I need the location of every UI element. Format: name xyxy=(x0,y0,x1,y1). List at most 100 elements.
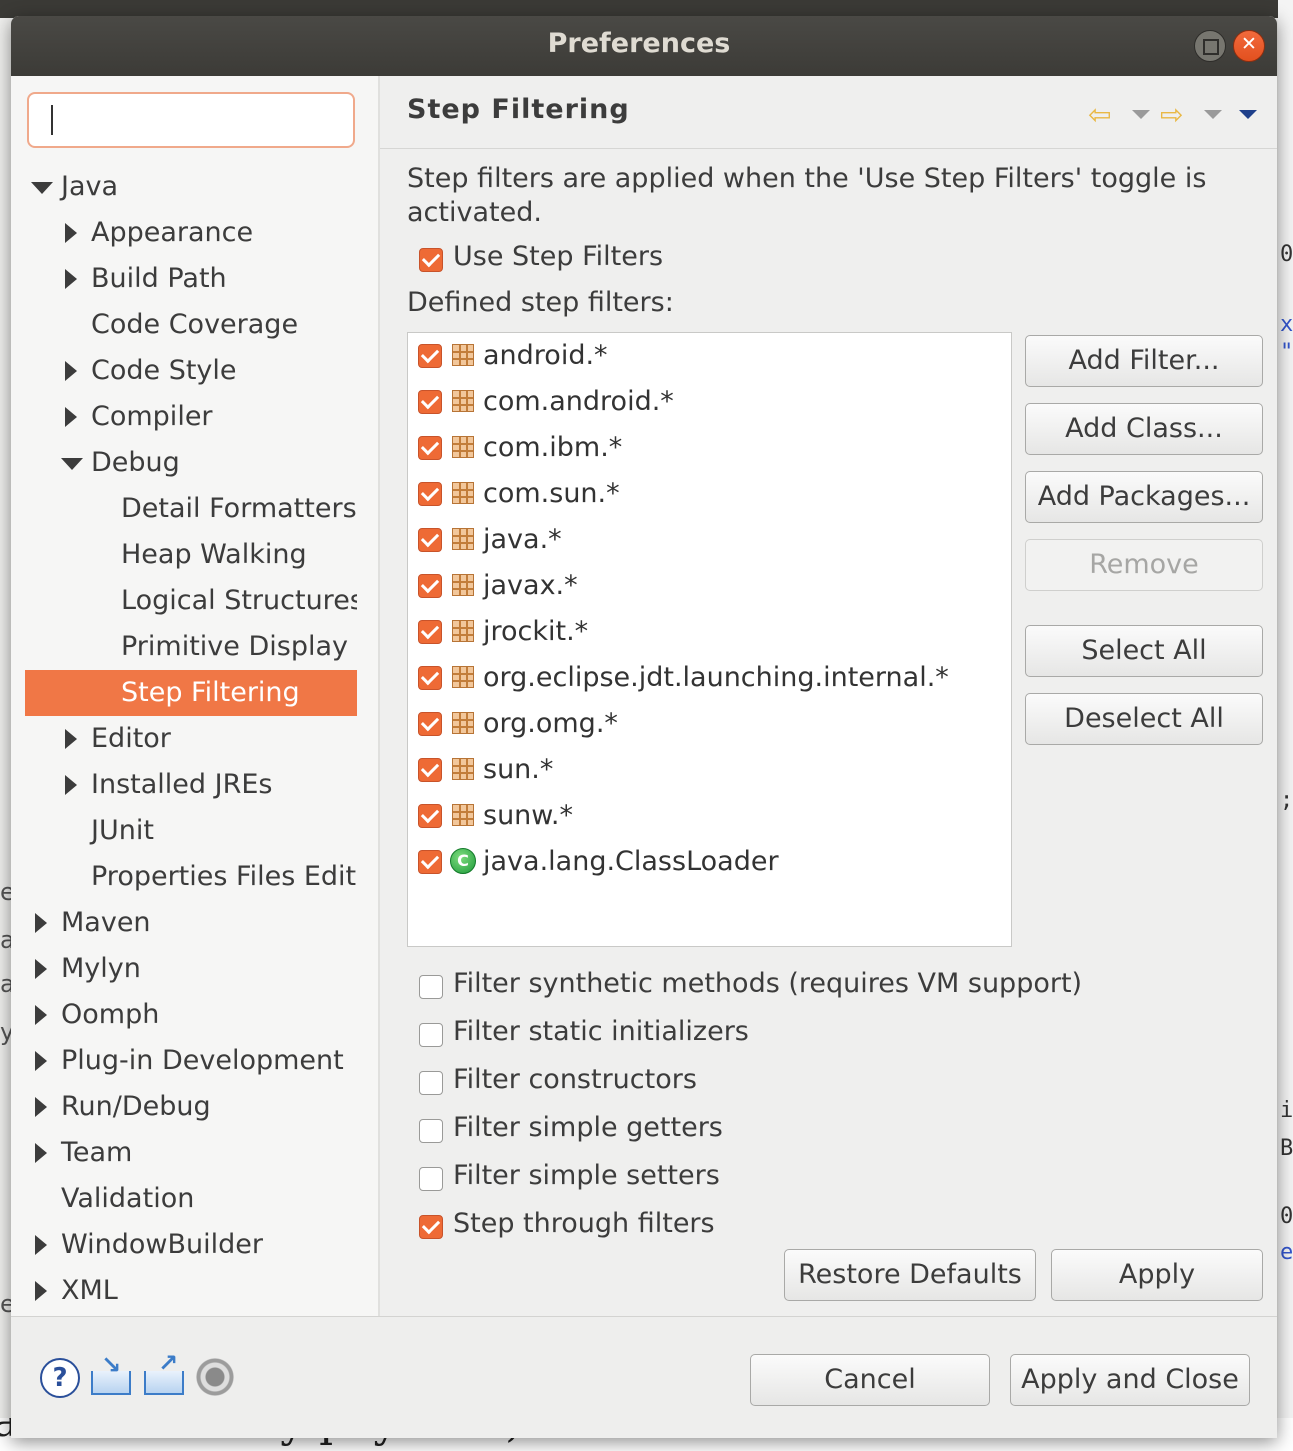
select-all-button[interactable]: Select All xyxy=(1025,625,1263,677)
back-history-dropdown-icon[interactable] xyxy=(1132,110,1150,119)
view-menu-icon[interactable] xyxy=(1239,110,1257,119)
back-arrow-icon[interactable]: ⇦ xyxy=(1088,98,1111,131)
remove-button[interactable]: Remove xyxy=(1025,539,1263,591)
tree-item[interactable]: Debug xyxy=(11,440,357,486)
filter-text-box[interactable] xyxy=(27,92,355,148)
add-packages-button[interactable]: Add Packages... xyxy=(1025,471,1263,523)
filter-list-item[interactable]: Cjava.lang.ClassLoader xyxy=(408,839,1011,885)
expand-arrow-right-icon[interactable] xyxy=(61,210,81,256)
filter-list-item[interactable]: com.android.* xyxy=(408,379,1011,425)
tree-item[interactable]: Code Style xyxy=(11,348,357,394)
tree-item[interactable]: Mylyn xyxy=(11,946,357,992)
option-checkbox[interactable] xyxy=(419,1071,443,1095)
filter-checkbox[interactable] xyxy=(418,712,442,736)
filter-list-item[interactable]: com.sun.* xyxy=(408,471,1011,517)
import-icon[interactable]: ↘ xyxy=(89,1351,133,1395)
close-button[interactable] xyxy=(1233,30,1265,62)
bg-fragment: " xyxy=(1280,340,1293,365)
filter-list-item[interactable]: com.ibm.* xyxy=(408,425,1011,471)
apply-button[interactable]: Apply xyxy=(1051,1249,1263,1301)
filter-list-item[interactable]: javax.* xyxy=(408,563,1011,609)
option-checkbox[interactable] xyxy=(419,1215,443,1239)
tree-item[interactable]: Detail Formatters xyxy=(11,486,357,532)
filter-checkbox[interactable] xyxy=(418,528,442,552)
step-filter-list[interactable]: android.* com.android.* com.ibm.* com.sun.*… xyxy=(407,332,1012,947)
tree-item[interactable]: Primitive Display Options xyxy=(11,624,357,670)
tree-item[interactable]: Plug-in Development xyxy=(11,1038,357,1084)
deselect-all-button[interactable]: Deselect All xyxy=(1025,693,1263,745)
option-checkbox[interactable] xyxy=(419,1167,443,1191)
expand-arrow-right-icon[interactable] xyxy=(31,1222,51,1268)
help-icon[interactable]: ? xyxy=(40,1358,80,1398)
filter-checkbox[interactable] xyxy=(418,390,442,414)
filter-list-item[interactable]: sun.* xyxy=(408,747,1011,793)
tree-item[interactable]: Compiler xyxy=(11,394,357,440)
option-checkbox[interactable] xyxy=(419,1023,443,1047)
use-step-filters-checkbox[interactable] xyxy=(419,248,443,272)
tree-item[interactable]: WindowBuilder xyxy=(11,1222,357,1268)
expand-arrow-right-icon[interactable] xyxy=(61,716,81,762)
filter-checkbox[interactable] xyxy=(418,436,442,460)
tree-item[interactable]: XML xyxy=(11,1268,357,1314)
expand-arrow-right-icon[interactable] xyxy=(31,946,51,992)
tree-item[interactable]: Step Filtering xyxy=(11,670,357,716)
filter-list-item[interactable]: sunw.* xyxy=(408,793,1011,839)
filter-checkbox[interactable] xyxy=(418,574,442,598)
tree-item[interactable]: Java xyxy=(11,164,357,210)
filter-label: com.ibm.* xyxy=(483,432,623,463)
cancel-button[interactable]: Cancel xyxy=(750,1354,990,1406)
filter-checkbox[interactable] xyxy=(418,344,442,368)
expand-arrow-down-icon[interactable] xyxy=(61,440,83,486)
option-checkbox[interactable] xyxy=(419,1119,443,1143)
tree-item[interactable]: JUnit xyxy=(11,808,357,854)
tree-item[interactable]: Properties Files Editor xyxy=(11,854,357,900)
expand-arrow-right-icon[interactable] xyxy=(31,1130,51,1176)
option-checkbox[interactable] xyxy=(419,975,443,999)
filter-list-item[interactable]: org.omg.* xyxy=(408,701,1011,747)
filter-list-item[interactable]: android.* xyxy=(408,333,1011,379)
tree-item[interactable]: Oomph xyxy=(11,992,357,1038)
filter-checkbox[interactable] xyxy=(418,758,442,782)
tree-item[interactable]: Installed JREs xyxy=(11,762,357,808)
expand-arrow-right-icon[interactable] xyxy=(31,1268,51,1314)
filter-checkbox[interactable] xyxy=(418,620,442,644)
restore-defaults-button[interactable]: Restore Defaults xyxy=(784,1249,1036,1301)
tree-item[interactable]: Team xyxy=(11,1130,357,1176)
tree-item[interactable]: Validation xyxy=(11,1176,357,1222)
add-filter-button[interactable]: Add Filter... xyxy=(1025,335,1263,387)
titlebar[interactable]: Preferences xyxy=(11,16,1277,76)
filter-checkbox[interactable] xyxy=(418,804,442,828)
tree-item[interactable]: Code Coverage xyxy=(11,302,357,348)
expand-arrow-right-icon[interactable] xyxy=(61,762,81,808)
filter-list-item[interactable]: org.eclipse.jdt.launching.internal.* xyxy=(408,655,1011,701)
add-class-button[interactable]: Add Class... xyxy=(1025,403,1263,455)
expand-arrow-right-icon[interactable] xyxy=(31,1084,51,1130)
tree-item[interactable]: Logical Structures xyxy=(11,578,357,624)
filter-checkbox[interactable] xyxy=(418,850,442,874)
filter-list-item[interactable]: jrockit.* xyxy=(408,609,1011,655)
expand-arrow-right-icon[interactable] xyxy=(61,256,81,302)
filter-checkbox[interactable] xyxy=(418,666,442,690)
expand-arrow-right-icon[interactable] xyxy=(61,348,81,394)
tree-item[interactable]: Build Path xyxy=(11,256,357,302)
tree-item[interactable]: Maven xyxy=(11,900,357,946)
record-icon[interactable] xyxy=(196,1358,234,1396)
filter-input[interactable] xyxy=(39,102,343,138)
forward-history-dropdown-icon[interactable] xyxy=(1204,110,1222,119)
apply-and-close-button[interactable]: Apply and Close xyxy=(1010,1354,1250,1406)
filter-list-item[interactable]: java.* xyxy=(408,517,1011,563)
tree-item[interactable]: Run/Debug xyxy=(11,1084,357,1130)
tree-item-label: Maven xyxy=(61,907,151,938)
tree-item[interactable]: Heap Walking xyxy=(11,532,357,578)
filter-checkbox[interactable] xyxy=(418,482,442,506)
expand-arrow-right-icon[interactable] xyxy=(61,394,81,440)
forward-arrow-icon[interactable]: ⇨ xyxy=(1160,98,1183,131)
tree-item[interactable]: Appearance xyxy=(11,210,357,256)
expand-arrow-right-icon[interactable] xyxy=(31,992,51,1038)
expand-arrow-right-icon[interactable] xyxy=(31,900,51,946)
tree-item[interactable]: Editor xyxy=(11,716,357,762)
expand-arrow-right-icon[interactable] xyxy=(31,1038,51,1084)
maximize-button[interactable] xyxy=(1194,30,1226,62)
export-icon[interactable]: ↗ xyxy=(142,1349,186,1395)
expand-arrow-down-icon[interactable] xyxy=(31,164,53,210)
